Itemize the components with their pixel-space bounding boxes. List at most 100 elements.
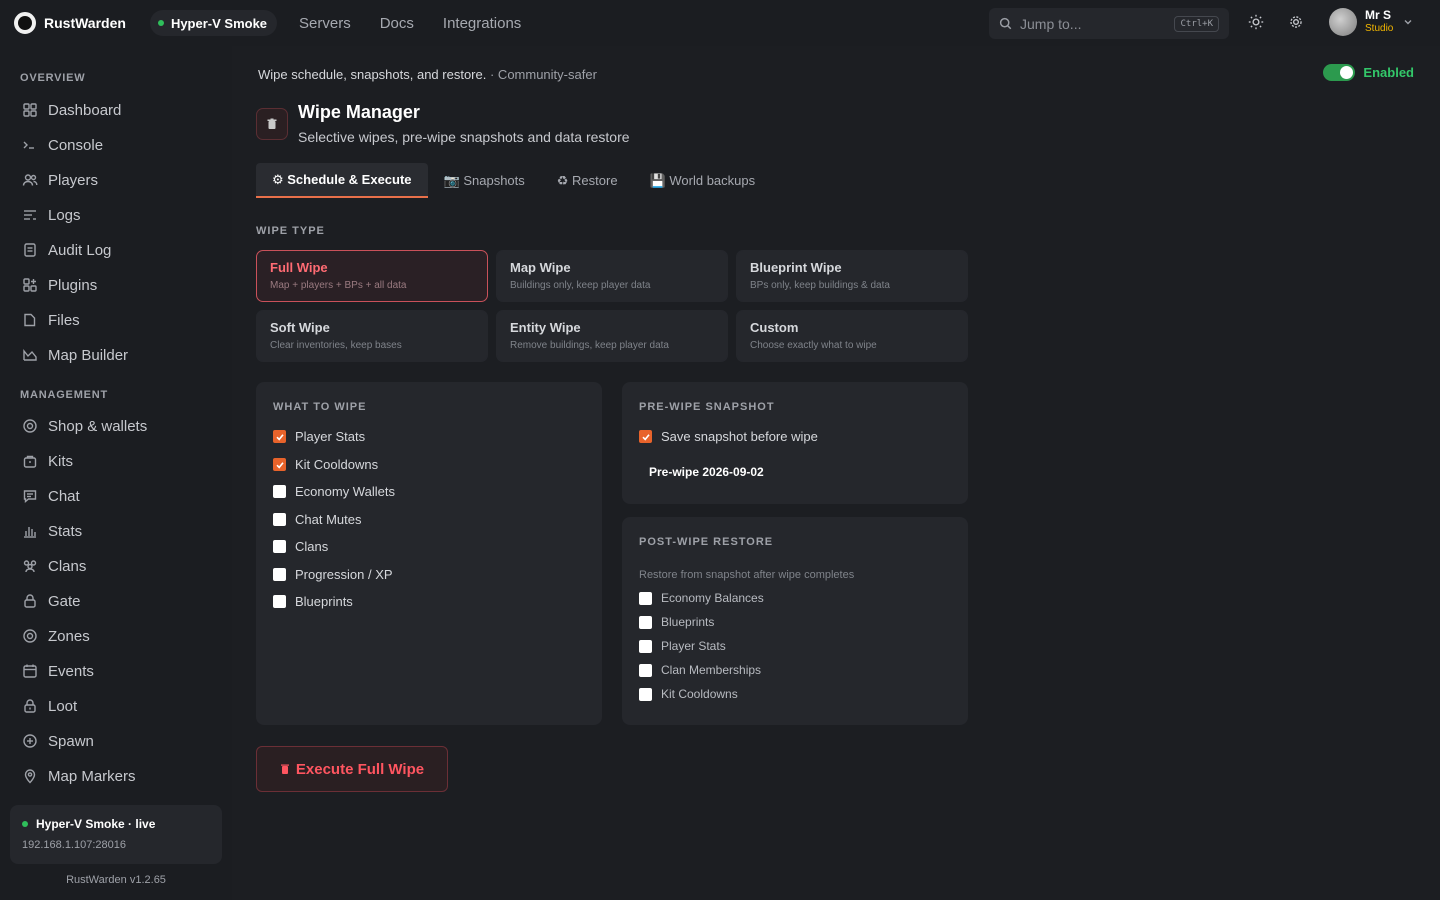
what-to-wipe-panel: WHAT TO WIPE Player Stats Kit Cooldowns …: [256, 382, 602, 725]
checkbox-label: Economy Wallets: [295, 484, 395, 499]
restore-checkbox-player-stats[interactable]: Player Stats: [639, 639, 726, 653]
top-nav: Servers Docs Integrations: [299, 15, 550, 32]
nav-link-integrations[interactable]: Integrations: [443, 15, 521, 32]
checkbox-icon: [639, 615, 652, 629]
sidebar-item-label: Clans: [48, 557, 87, 575]
tab-world-backups[interactable]: 💾 World backups: [634, 163, 772, 198]
wipe-option-title: Blueprint Wipe: [750, 260, 842, 275]
wipe-checkbox-economy-wallets[interactable]: Economy Wallets: [273, 484, 395, 499]
sidebar-item-logs[interactable]: Logs: [10, 200, 222, 230]
restore-checkbox-clan-memberships[interactable]: Clan Memberships: [639, 663, 761, 677]
save-snapshot-checkbox[interactable]: Save snapshot before wipe: [639, 429, 818, 444]
page-subtitle: Selective wipes, pre-wipe snapshots and …: [298, 129, 630, 145]
wipe-option-map[interactable]: Map Wipe Buildings only, keep player dat…: [496, 250, 728, 302]
sidebar-item-loot[interactable]: Loot: [10, 691, 222, 721]
checkbox-checked-icon: [639, 430, 652, 443]
sidebar-item-players[interactable]: Players: [10, 165, 222, 195]
wipe-option-entity[interactable]: Entity Wipe Remove buildings, keep playe…: [496, 310, 728, 362]
search-input[interactable]: Jump to... Ctrl+K: [989, 8, 1229, 39]
sidebar-item-events[interactable]: Events: [10, 656, 222, 686]
live-server-card[interactable]: Hyper-V Smoke · live 192.168.1.107:28016: [10, 805, 222, 864]
wipe-option-title: Full Wipe: [270, 260, 328, 275]
sidebar-item-spawn[interactable]: Spawn: [10, 726, 222, 756]
nav-link-servers[interactable]: Servers: [299, 15, 351, 32]
execute-wipe-button[interactable]: Execute Full Wipe: [256, 746, 448, 792]
sidebar-item-zones[interactable]: Zones: [10, 621, 222, 651]
bar-chart-icon: [22, 523, 38, 539]
sidebar-item-kits[interactable]: Kits: [10, 446, 222, 476]
sidebar-item-console[interactable]: Console: [10, 130, 222, 160]
brand-name: RustWarden: [44, 15, 126, 31]
search-icon: [999, 17, 1012, 30]
sidebar-item-gate[interactable]: Gate: [10, 586, 222, 616]
settings-button[interactable]: [1287, 13, 1307, 33]
wipe-option-custom[interactable]: Custom Choose exactly what to wipe: [736, 310, 968, 362]
restore-checkbox-kit-cooldowns[interactable]: Kit Cooldowns: [639, 687, 738, 701]
breadcrumb-text: Wipe schedule, snapshots, and restore.: [258, 67, 487, 82]
tab-snapshots[interactable]: 📷 Snapshots: [428, 163, 541, 198]
wipe-option-desc: Map + players + BPs + all data: [270, 280, 407, 291]
wipe-option-soft[interactable]: Soft Wipe Clear inventories, keep bases: [256, 310, 488, 362]
wipe-checkbox-kit-cooldowns[interactable]: Kit Cooldowns: [273, 457, 378, 472]
sidebar-item-files[interactable]: Files: [10, 305, 222, 335]
loot-icon: [22, 698, 38, 714]
enabled-toggle-group: Enabled: [1323, 64, 1414, 81]
wipe-checkbox-clans[interactable]: Clans: [273, 539, 328, 554]
wipe-checkbox-blueprints[interactable]: Blueprints: [273, 594, 353, 609]
panel-title: POST-WIPE RESTORE: [639, 536, 774, 548]
wipe-option-desc: Buildings only, keep player data: [510, 280, 651, 291]
server-selector[interactable]: Hyper-V Smoke: [149, 10, 278, 36]
checkbox-label: Player Stats: [295, 429, 366, 444]
sidebar-item-stats[interactable]: Stats: [10, 516, 222, 546]
clipboard-icon: [22, 242, 38, 258]
dashboard-icon: [22, 102, 38, 118]
snapshot-name-input[interactable]: Pre-wipe 2026-09-02: [649, 465, 764, 479]
sidebar-item-audit-log[interactable]: Audit Log: [10, 235, 222, 265]
sidebar-item-map-markers[interactable]: Map Markers: [10, 761, 222, 791]
wipe-option-full[interactable]: Full Wipe Map + players + BPs + all data: [256, 250, 488, 302]
sun-icon: [1247, 13, 1267, 31]
search-placeholder: Jump to...: [1020, 15, 1082, 32]
main-content: Wipe schedule, snapshots, and restore. ·…: [232, 46, 1440, 900]
nav-link-docs[interactable]: Docs: [380, 15, 414, 32]
tab-schedule-execute[interactable]: ⚙ Schedule & Execute: [256, 163, 428, 198]
sidebar-item-label: Console: [48, 136, 104, 154]
coin-icon: [22, 418, 38, 434]
wipe-checkbox-player-stats[interactable]: Player Stats: [273, 429, 365, 444]
logs-icon: [22, 207, 38, 223]
sidebar-item-label: Loot: [48, 697, 78, 715]
avatar: [1329, 8, 1357, 36]
sidebar-item-shop[interactable]: Shop & wallets: [10, 411, 222, 441]
wipe-checkbox-progression[interactable]: Progression / XP: [273, 567, 393, 582]
restore-checkbox-economy-balances[interactable]: Economy Balances: [639, 591, 764, 605]
server-name: Hyper-V Smoke: [170, 15, 268, 31]
shortcut-badge: Ctrl+K: [1174, 15, 1219, 32]
plugins-icon: [22, 277, 38, 293]
sidebar-item-label: Logs: [48, 206, 81, 224]
sidebar-item-label: Gate: [48, 592, 81, 610]
page-title: Wipe Manager: [298, 102, 420, 122]
sidebar-item-clans[interactable]: Clans: [10, 551, 222, 581]
tab-restore[interactable]: ♻ Restore: [541, 163, 634, 198]
checkbox-icon: [273, 595, 286, 608]
sidebar-item-label: Zones: [48, 627, 90, 645]
restore-checkbox-blueprints[interactable]: Blueprints: [639, 615, 714, 629]
wipe-option-title: Map Wipe: [510, 260, 571, 275]
terminal-icon: [22, 137, 38, 153]
wipe-option-blueprint[interactable]: Blueprint Wipe BPs only, keep buildings …: [736, 250, 968, 302]
sidebar-item-dashboard[interactable]: Dashboard: [10, 95, 222, 125]
panel-title: WHAT TO WIPE: [273, 401, 367, 413]
app-version: RustWarden v1.2.65: [66, 874, 166, 886]
theme-toggle-button[interactable]: [1247, 13, 1267, 33]
sidebar-item-label: Map Markers: [48, 767, 136, 785]
sidebar-item-chat[interactable]: Chat: [10, 481, 222, 511]
wipe-checkbox-chat-mutes[interactable]: Chat Mutes: [273, 512, 361, 527]
enabled-toggle[interactable]: [1323, 64, 1356, 81]
sidebar-item-map-builder[interactable]: Map Builder: [10, 340, 222, 370]
sidebar-item-plugins[interactable]: Plugins: [10, 270, 222, 300]
bag-icon: [22, 453, 38, 469]
checkbox-icon: [639, 639, 652, 653]
user-menu[interactable]: Mr S Studio: [1329, 8, 1413, 36]
brand[interactable]: RustWarden: [14, 12, 126, 34]
checkbox-label: Player Stats: [661, 639, 726, 653]
